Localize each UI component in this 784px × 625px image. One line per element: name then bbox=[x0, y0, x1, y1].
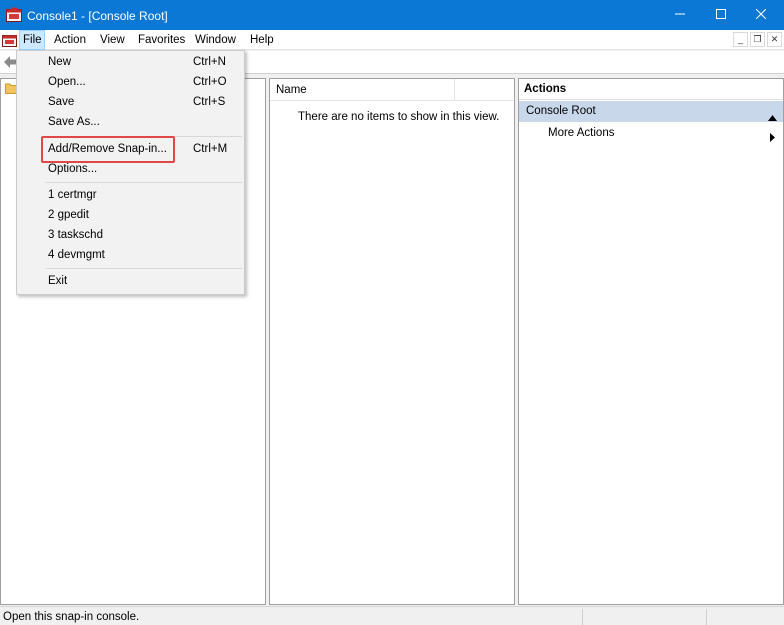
menu-item-label: 4 devmgmt bbox=[48, 249, 105, 261]
file-menu-recent-3[interactable]: 3 taskschd bbox=[17, 225, 244, 245]
menu-separator bbox=[46, 268, 242, 269]
close-button[interactable] bbox=[738, 0, 784, 30]
file-menu-new[interactable]: New Ctrl+N bbox=[17, 52, 244, 72]
actions-section-console-root[interactable]: Console Root bbox=[519, 101, 783, 122]
back-arrow-icon[interactable] bbox=[3, 55, 17, 72]
file-menu-recent-4[interactable]: 4 devmgmt bbox=[17, 245, 244, 265]
more-actions-item[interactable]: More Actions bbox=[519, 123, 783, 144]
menu-item-label: Save bbox=[48, 96, 75, 108]
status-divider bbox=[706, 609, 707, 625]
child-close-icon[interactable]: ✕ bbox=[767, 32, 782, 47]
menu-action[interactable]: Action bbox=[50, 30, 90, 50]
menu-item-shortcut: Ctrl+M bbox=[193, 143, 228, 155]
file-menu-recent-1[interactable]: 1 certmgr bbox=[17, 185, 244, 205]
actions-pane: Actions Console Root More Actions bbox=[518, 78, 784, 605]
file-menu-save[interactable]: Save Ctrl+S bbox=[17, 92, 244, 112]
file-menu-exit[interactable]: Exit bbox=[17, 271, 244, 291]
column-divider[interactable] bbox=[454, 79, 455, 101]
actions-title: Actions bbox=[519, 79, 783, 100]
menu-item-label: 3 taskschd bbox=[48, 229, 103, 241]
status-text: Open this snap-in console. bbox=[3, 611, 140, 623]
menu-item-label: New bbox=[48, 56, 72, 68]
console-window-icon[interactable] bbox=[2, 32, 18, 48]
status-bar: Open this snap-in console. bbox=[0, 606, 784, 625]
maximize-icon bbox=[716, 8, 726, 22]
menu-item-shortcut: Ctrl+S bbox=[193, 96, 226, 108]
minimize-button[interactable] bbox=[657, 0, 703, 30]
more-actions-label: More Actions bbox=[548, 127, 615, 139]
menu-item-shortcut: Ctrl+O bbox=[193, 76, 227, 88]
menu-view[interactable]: View bbox=[96, 30, 129, 50]
window-title: Console1 - [Console Root] bbox=[27, 9, 168, 23]
menu-item-label: Save As... bbox=[48, 116, 100, 128]
menu-item-label: Options... bbox=[48, 163, 98, 175]
file-menu-recent-2[interactable]: 2 gpedit bbox=[17, 205, 244, 225]
file-menu-dropdown: New Ctrl+N Open... Ctrl+O Save Ctrl+S Sa… bbox=[16, 50, 245, 295]
column-header-name[interactable]: Name bbox=[276, 84, 307, 96]
result-pane[interactable]: Name There are no items to show in this … bbox=[269, 78, 515, 605]
child-minimize-icon[interactable]: _ bbox=[733, 32, 748, 47]
list-header: Name bbox=[270, 79, 514, 101]
menu-item-label: 2 gpedit bbox=[48, 209, 89, 221]
menu-window[interactable]: Window bbox=[191, 30, 240, 50]
submenu-arrow-icon bbox=[770, 129, 775, 150]
file-menu-open[interactable]: Open... Ctrl+O bbox=[17, 72, 244, 92]
close-icon bbox=[755, 8, 767, 22]
file-menu-save-as[interactable]: Save As... bbox=[17, 112, 244, 132]
actions-section-label: Console Root bbox=[526, 105, 596, 117]
title-bar: Console1 - [Console Root] bbox=[0, 0, 784, 30]
menu-item-label: Exit bbox=[48, 275, 68, 287]
menu-separator bbox=[46, 182, 242, 183]
status-divider bbox=[582, 609, 583, 625]
empty-view-message: There are no items to show in this view. bbox=[298, 111, 500, 123]
child-restore-icon[interactable]: ❐ bbox=[750, 32, 765, 47]
menu-help[interactable]: Help bbox=[246, 30, 278, 50]
menu-favorites[interactable]: Favorites bbox=[134, 30, 189, 50]
menu-item-label: 1 certmgr bbox=[48, 189, 97, 201]
menu-bar: File Action View Favorites Window Help _… bbox=[0, 30, 784, 50]
menu-item-shortcut: Ctrl+N bbox=[193, 56, 226, 68]
menu-file[interactable]: File bbox=[19, 30, 45, 50]
menu-item-label: Open... bbox=[48, 76, 86, 88]
highlight-annotation-box bbox=[41, 136, 175, 163]
mmc-app-icon[interactable] bbox=[6, 7, 22, 22]
minimize-icon bbox=[675, 9, 685, 22]
child-window-controls: _ ❐ ✕ bbox=[733, 32, 782, 47]
